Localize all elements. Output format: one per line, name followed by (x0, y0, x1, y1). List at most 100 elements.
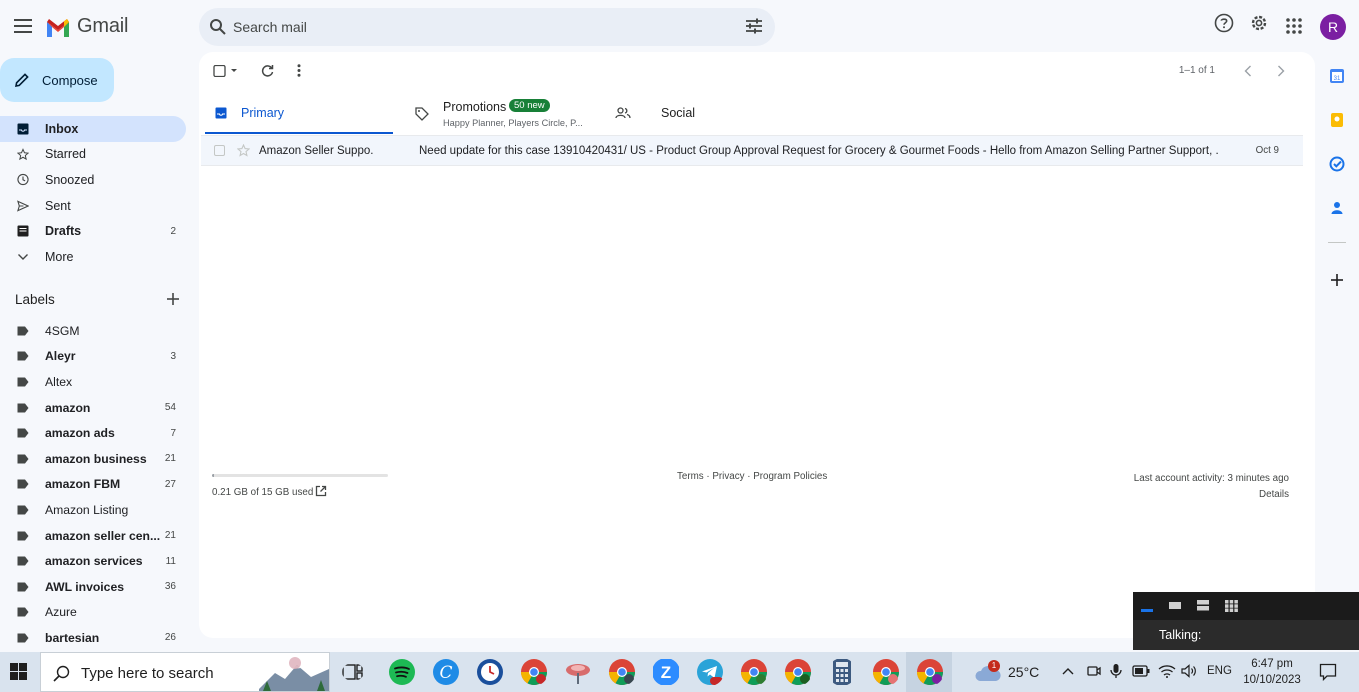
nav-item-snoozed[interactable]: Snoozed (0, 167, 186, 193)
compose-button[interactable]: Compose (0, 58, 114, 102)
email-checkbox[interactable] (214, 145, 225, 156)
policy-links[interactable]: Terms · Privacy · Program Policies (677, 471, 827, 482)
telegram-icon[interactable] (696, 658, 724, 686)
chrome-profile-icon[interactable] (872, 658, 900, 686)
support-button[interactable] (1214, 13, 1234, 33)
people-icon (615, 107, 631, 119)
nav-item-sent[interactable]: Sent (0, 193, 186, 219)
battery-icon[interactable] (1132, 665, 1150, 677)
label-item[interactable]: AWL invoices 36 (0, 574, 186, 600)
calendar-icon[interactable]: 31 (1329, 68, 1345, 84)
keep-icon[interactable] (1329, 112, 1345, 128)
details-link[interactable]: Details (1134, 487, 1289, 503)
more-options-button[interactable] (297, 64, 301, 77)
rail-divider (1328, 242, 1346, 243)
weather-alert-badge: 1 (988, 660, 1000, 672)
weather-temperature[interactable]: 25°C (1008, 664, 1039, 680)
main-menu-button[interactable] (8, 11, 38, 41)
nav-label: More (45, 249, 74, 264)
chrome-profile-icon[interactable] (916, 658, 944, 686)
canva-icon[interactable]: C (432, 658, 460, 686)
contacts-icon[interactable] (1329, 200, 1345, 216)
chrome-profile-icon[interactable] (520, 658, 548, 686)
new-count-badge: 50 new (509, 99, 550, 112)
tag-icon (415, 107, 429, 121)
label-item[interactable]: amazon FBM 27 (0, 472, 186, 498)
task-view-icon[interactable] (342, 663, 364, 681)
email-row[interactable]: Amazon Seller Suppo. Need update for thi… (201, 135, 1303, 166)
nav-item-inbox[interactable]: Inbox (0, 116, 186, 142)
label-item[interactable]: 4SGM (0, 318, 186, 344)
label-item[interactable]: amazon business 21 (0, 446, 186, 472)
add-addon-plus-icon[interactable] (1329, 272, 1345, 288)
nav-item-drafts[interactable]: Drafts 2 (0, 218, 186, 244)
label-count: 11 (165, 555, 176, 567)
chrome-profile-icon[interactable] (740, 658, 768, 686)
chrome-profile-icon[interactable] (608, 658, 636, 686)
older-page-button[interactable] (1277, 65, 1285, 77)
label-item[interactable]: bartesian 26 (0, 625, 186, 651)
search-bar[interactable] (199, 8, 775, 46)
wifi-icon[interactable] (1158, 664, 1176, 678)
label-tag-icon (17, 531, 29, 541)
chevron-up-icon[interactable] (1062, 667, 1074, 675)
refresh-icon (261, 65, 274, 77)
email-subject: Need update for this case 13910420431/ U… (419, 145, 1219, 157)
input-language[interactable]: ENG (1207, 665, 1232, 677)
system-clock[interactable]: 6:47 pm 10/10/2023 (1238, 656, 1306, 688)
nav-label: Sent (45, 198, 71, 213)
label-item[interactable]: Azure (0, 600, 186, 626)
tab-social[interactable]: Social (615, 96, 795, 134)
refresh-button[interactable] (261, 64, 274, 77)
email-sender: Amazon Seller Suppo. (259, 145, 374, 157)
star-icon[interactable] (237, 144, 250, 157)
settings-button[interactable] (1249, 13, 1269, 33)
open-in-new-icon[interactable] (315, 485, 327, 497)
account-avatar[interactable]: R (1320, 14, 1346, 40)
taskbar-search[interactable] (40, 652, 330, 692)
more-vertical-icon (297, 64, 301, 77)
checkbox-dropdown-icon (213, 65, 237, 77)
gmail-logo[interactable]: Gmail (45, 15, 128, 38)
calculator-icon[interactable] (828, 658, 856, 686)
list-layout-icon[interactable] (1197, 600, 1209, 611)
label-item[interactable]: Aleyr 3 (0, 344, 186, 370)
compact-layout-icon[interactable] (1169, 600, 1181, 610)
create-label-plus-icon[interactable] (166, 292, 180, 306)
nav-label: Snoozed (45, 172, 95, 187)
windows-start-icon[interactable] (10, 663, 27, 680)
spotify-icon[interactable] (388, 658, 416, 686)
zoom-icon[interactable]: Z (652, 658, 680, 686)
newer-page-button[interactable] (1244, 65, 1252, 77)
label-item[interactable]: amazon ads 7 (0, 420, 186, 446)
label-item[interactable]: amazon 54 (0, 395, 186, 421)
search-input[interactable] (233, 16, 713, 38)
search-icon[interactable] (209, 18, 227, 36)
label-item[interactable]: amazon seller cen... 21 (0, 523, 186, 549)
camera-in-use-icon[interactable] (1087, 664, 1101, 678)
tab-label: Social (661, 106, 696, 120)
grid-layout-icon[interactable] (1225, 600, 1238, 612)
label-tag-icon (17, 377, 29, 387)
satellite-app-icon[interactable] (564, 658, 592, 686)
chrome-profile-icon[interactable] (784, 658, 812, 686)
taskbar-search-input[interactable] (81, 663, 251, 683)
clock-app-icon[interactable] (476, 658, 504, 686)
tasks-icon[interactable] (1329, 156, 1345, 172)
minimize-layout-icon[interactable] (1141, 602, 1153, 612)
label-item[interactable]: Altex (0, 369, 186, 395)
label-tag-icon (17, 326, 29, 336)
nav-item-more[interactable]: More (0, 244, 186, 270)
search-options-icon[interactable] (745, 18, 763, 34)
notification-center-icon[interactable] (1319, 663, 1337, 681)
label-item[interactable]: Amazon Listing (0, 497, 186, 523)
select-all-checkbox[interactable] (213, 65, 241, 77)
nav-item-starred[interactable]: Starred (0, 142, 186, 168)
tab-primary[interactable]: Primary (205, 96, 393, 134)
volume-icon[interactable] (1181, 664, 1197, 678)
label-name: Amazon Listing (45, 502, 129, 517)
label-item[interactable]: amazon services 11 (0, 548, 186, 574)
microphone-icon[interactable] (1110, 663, 1122, 679)
apps-button[interactable] (1286, 18, 1302, 34)
tab-promotions[interactable]: Promotions 50 new Happy Planner, Players… (413, 96, 613, 134)
